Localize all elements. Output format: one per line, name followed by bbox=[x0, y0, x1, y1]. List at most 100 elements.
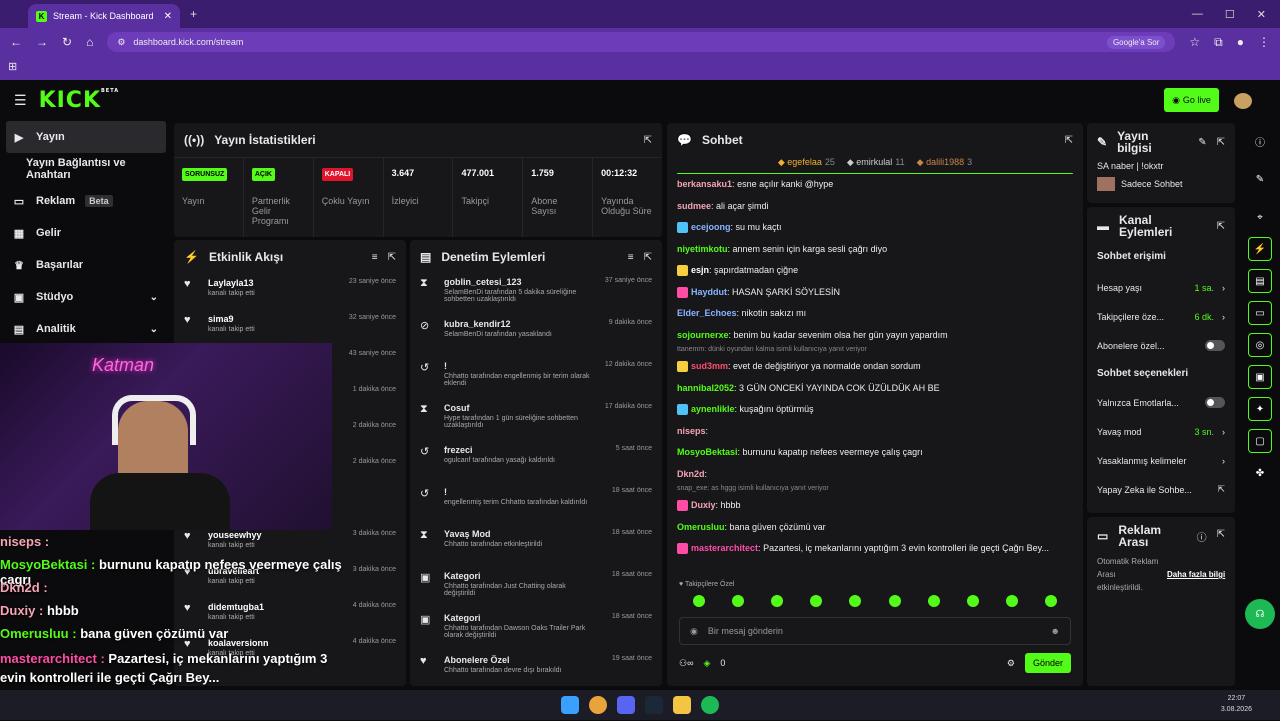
ai-chat-row[interactable]: Yapay Zeka ile Sohbe... ⇱ bbox=[1087, 475, 1235, 504]
sidebar-item-analitik[interactable]: ▤ Analitik ⌄ bbox=[0, 313, 172, 345]
start-icon[interactable] bbox=[561, 696, 579, 714]
chat-username[interactable]: niyetimkotu bbox=[677, 244, 728, 254]
extensions-icon[interactable]: ⧉ bbox=[1214, 35, 1223, 50]
smiley-icon[interactable]: ☻ bbox=[1051, 626, 1060, 636]
chat-username[interactable]: berkansaku1 bbox=[677, 179, 732, 189]
emote-icon[interactable] bbox=[966, 595, 979, 607]
chrome-icon[interactable] bbox=[589, 696, 607, 714]
chat-icon[interactable]: ▭ bbox=[1248, 301, 1272, 325]
avatar[interactable] bbox=[1234, 93, 1252, 109]
edit-icon[interactable]: ✎ bbox=[1198, 137, 1206, 148]
site-info-icon[interactable]: ⚙ bbox=[117, 37, 125, 48]
toggle-switch[interactable] bbox=[1205, 340, 1225, 351]
account-age-row[interactable]: Hesap yaşı 1 sa. › bbox=[1087, 273, 1235, 302]
emote-icon[interactable] bbox=[1045, 595, 1058, 607]
chat-username[interactable]: esjn bbox=[691, 265, 709, 275]
emote-icon[interactable] bbox=[770, 595, 783, 607]
maximize-icon[interactable]: ☐ bbox=[1225, 8, 1235, 21]
reload-icon[interactable]: ↻ bbox=[62, 35, 72, 49]
google-ask-chip[interactable]: Google'a Sor bbox=[1106, 35, 1166, 49]
sidebar-item-studyo[interactable]: ▣ Stüdyo ⌄ bbox=[0, 281, 172, 313]
capture-icon[interactable]: ⌖ bbox=[1248, 205, 1272, 229]
chat-username[interactable]: Hayddut bbox=[691, 287, 727, 297]
bookmark-star-icon[interactable]: ☆ bbox=[1189, 35, 1200, 49]
kick-logo[interactable]: KICKBETA bbox=[39, 88, 120, 113]
learn-more-link[interactable]: Daha fazla bilgi bbox=[1167, 568, 1225, 581]
chat-username[interactable]: masterarchitect bbox=[691, 543, 758, 553]
followers-only-row[interactable]: Takipçilere öze... 6 dk. › bbox=[1087, 302, 1235, 331]
settings-icon[interactable]: ⚙ bbox=[1007, 658, 1015, 669]
leaderboard-entry[interactable]: ◆ dalili1988 3 bbox=[917, 157, 972, 173]
filter-icon[interactable]: ≡ bbox=[628, 252, 634, 263]
sidebar-item-yayin[interactable]: ▶ Yayın bbox=[6, 121, 166, 153]
popout-icon[interactable]: ⇱ bbox=[1065, 135, 1073, 146]
support-icon[interactable]: ☊ bbox=[1245, 599, 1275, 629]
slow-mode-row[interactable]: Yavaş mod 3 sn. › bbox=[1087, 417, 1235, 446]
popout-icon[interactable]: ⇱ bbox=[1217, 529, 1225, 544]
banned-words-row[interactable]: Yasaklanmış kelimeler › bbox=[1087, 446, 1235, 475]
emote-icon[interactable] bbox=[810, 595, 823, 607]
new-tab-icon[interactable]: + bbox=[190, 7, 197, 21]
profile-icon[interactable]: ● bbox=[1237, 35, 1244, 49]
broadcast-icon[interactable]: ◎ bbox=[1248, 333, 1272, 357]
document-icon[interactable]: ▤ bbox=[1248, 269, 1272, 293]
folder-icon[interactable] bbox=[673, 696, 691, 714]
chat-username[interactable]: Dkn2d bbox=[677, 469, 705, 479]
chat-username[interactable]: niseps bbox=[677, 426, 706, 436]
forward-icon[interactable]: → bbox=[36, 35, 48, 49]
filter-icon[interactable]: ≡ bbox=[372, 252, 378, 263]
layout-icon[interactable]: ▢ bbox=[1248, 429, 1272, 453]
discord-icon[interactable] bbox=[617, 696, 635, 714]
close-tab-icon[interactable]: ✕ bbox=[164, 11, 172, 22]
chat-username[interactable]: sudmee bbox=[677, 201, 711, 211]
sidebar-item-basarilar[interactable]: ♛ Başarılar bbox=[0, 249, 172, 281]
send-button[interactable]: Gönder bbox=[1024, 653, 1071, 673]
minimize-icon[interactable]: — bbox=[1192, 8, 1203, 21]
apps-icon[interactable]: ✤ bbox=[1248, 461, 1272, 485]
spotify-icon[interactable] bbox=[701, 696, 719, 714]
info-icon[interactable]: ⓘ bbox=[1197, 529, 1207, 544]
popout-icon[interactable]: ⇱ bbox=[644, 252, 652, 263]
leaderboard-entry[interactable]: ◆ egefelaa 25 bbox=[778, 157, 835, 173]
url-field[interactable]: ⚙ dashboard.kick.com/stream Google'a Sor bbox=[107, 32, 1176, 52]
steam-icon[interactable] bbox=[645, 696, 663, 714]
emoji-icon[interactable]: ◉ bbox=[690, 626, 698, 637]
menu-icon[interactable]: ⋮ bbox=[1258, 35, 1270, 49]
info-icon[interactable]: ⓘ bbox=[1248, 129, 1272, 153]
toggle-switch[interactable] bbox=[1205, 397, 1225, 408]
chat-users-icon[interactable]: ⚇∞ bbox=[679, 658, 693, 669]
popout-icon[interactable]: ⇱ bbox=[644, 135, 652, 146]
popout-icon[interactable]: ⇱ bbox=[1217, 137, 1225, 148]
leaderboard-entry[interactable]: ◆ emirkulal 11 bbox=[847, 157, 905, 173]
back-icon[interactable]: ← bbox=[10, 35, 22, 49]
bolt-icon[interactable]: ⚡ bbox=[1248, 237, 1272, 261]
sidebar-item-reklam[interactable]: ▭ Reklam Beta bbox=[0, 185, 172, 217]
chat-username[interactable]: sojournerxe bbox=[677, 330, 729, 340]
go-live-button[interactable]: ◉ Go live bbox=[1164, 88, 1219, 112]
emote-icon[interactable] bbox=[692, 595, 705, 607]
apps-grid-icon[interactable]: ⊞ bbox=[8, 61, 17, 73]
emote-icon[interactable] bbox=[888, 595, 901, 607]
wrench-icon[interactable]: ✦ bbox=[1248, 397, 1272, 421]
chat-username[interactable]: sud3mm bbox=[691, 361, 728, 371]
popout-icon[interactable]: ⇱ bbox=[388, 252, 396, 263]
chat-username[interactable]: MosyoBektasi bbox=[677, 447, 738, 457]
window-close-icon[interactable]: ✕ bbox=[1257, 8, 1266, 21]
emote-icon[interactable] bbox=[849, 595, 862, 607]
sidebar-item-stream-key[interactable]: Yayın Bağlantısı ve Anahtarı bbox=[0, 153, 172, 185]
shield-icon[interactable]: ▣ bbox=[1248, 365, 1272, 389]
chat-input[interactable]: ◉ Bir mesaj gönderin ☻ bbox=[679, 617, 1071, 645]
browser-tab[interactable]: K Stream - Kick Dashboard ✕ bbox=[28, 4, 180, 28]
chat-username[interactable]: ecejoong bbox=[691, 222, 731, 232]
popout-icon[interactable]: ⇱ bbox=[1217, 221, 1225, 232]
emote-icon[interactable] bbox=[731, 595, 744, 607]
sidebar-item-gelir[interactable]: ▦ Gelir bbox=[0, 217, 172, 249]
chat-username[interactable]: Duxiy bbox=[691, 500, 716, 510]
emote-icon[interactable] bbox=[1006, 595, 1019, 607]
edit-icon[interactable]: ✎ bbox=[1248, 167, 1272, 191]
chat-username[interactable]: Elder_Echoes bbox=[677, 308, 737, 318]
chat-username[interactable]: Omerusluu bbox=[677, 522, 725, 532]
emote-icon[interactable] bbox=[927, 595, 940, 607]
hamburger-icon[interactable]: ☰ bbox=[14, 92, 27, 109]
chat-username[interactable]: hannibal2052 bbox=[677, 383, 734, 393]
